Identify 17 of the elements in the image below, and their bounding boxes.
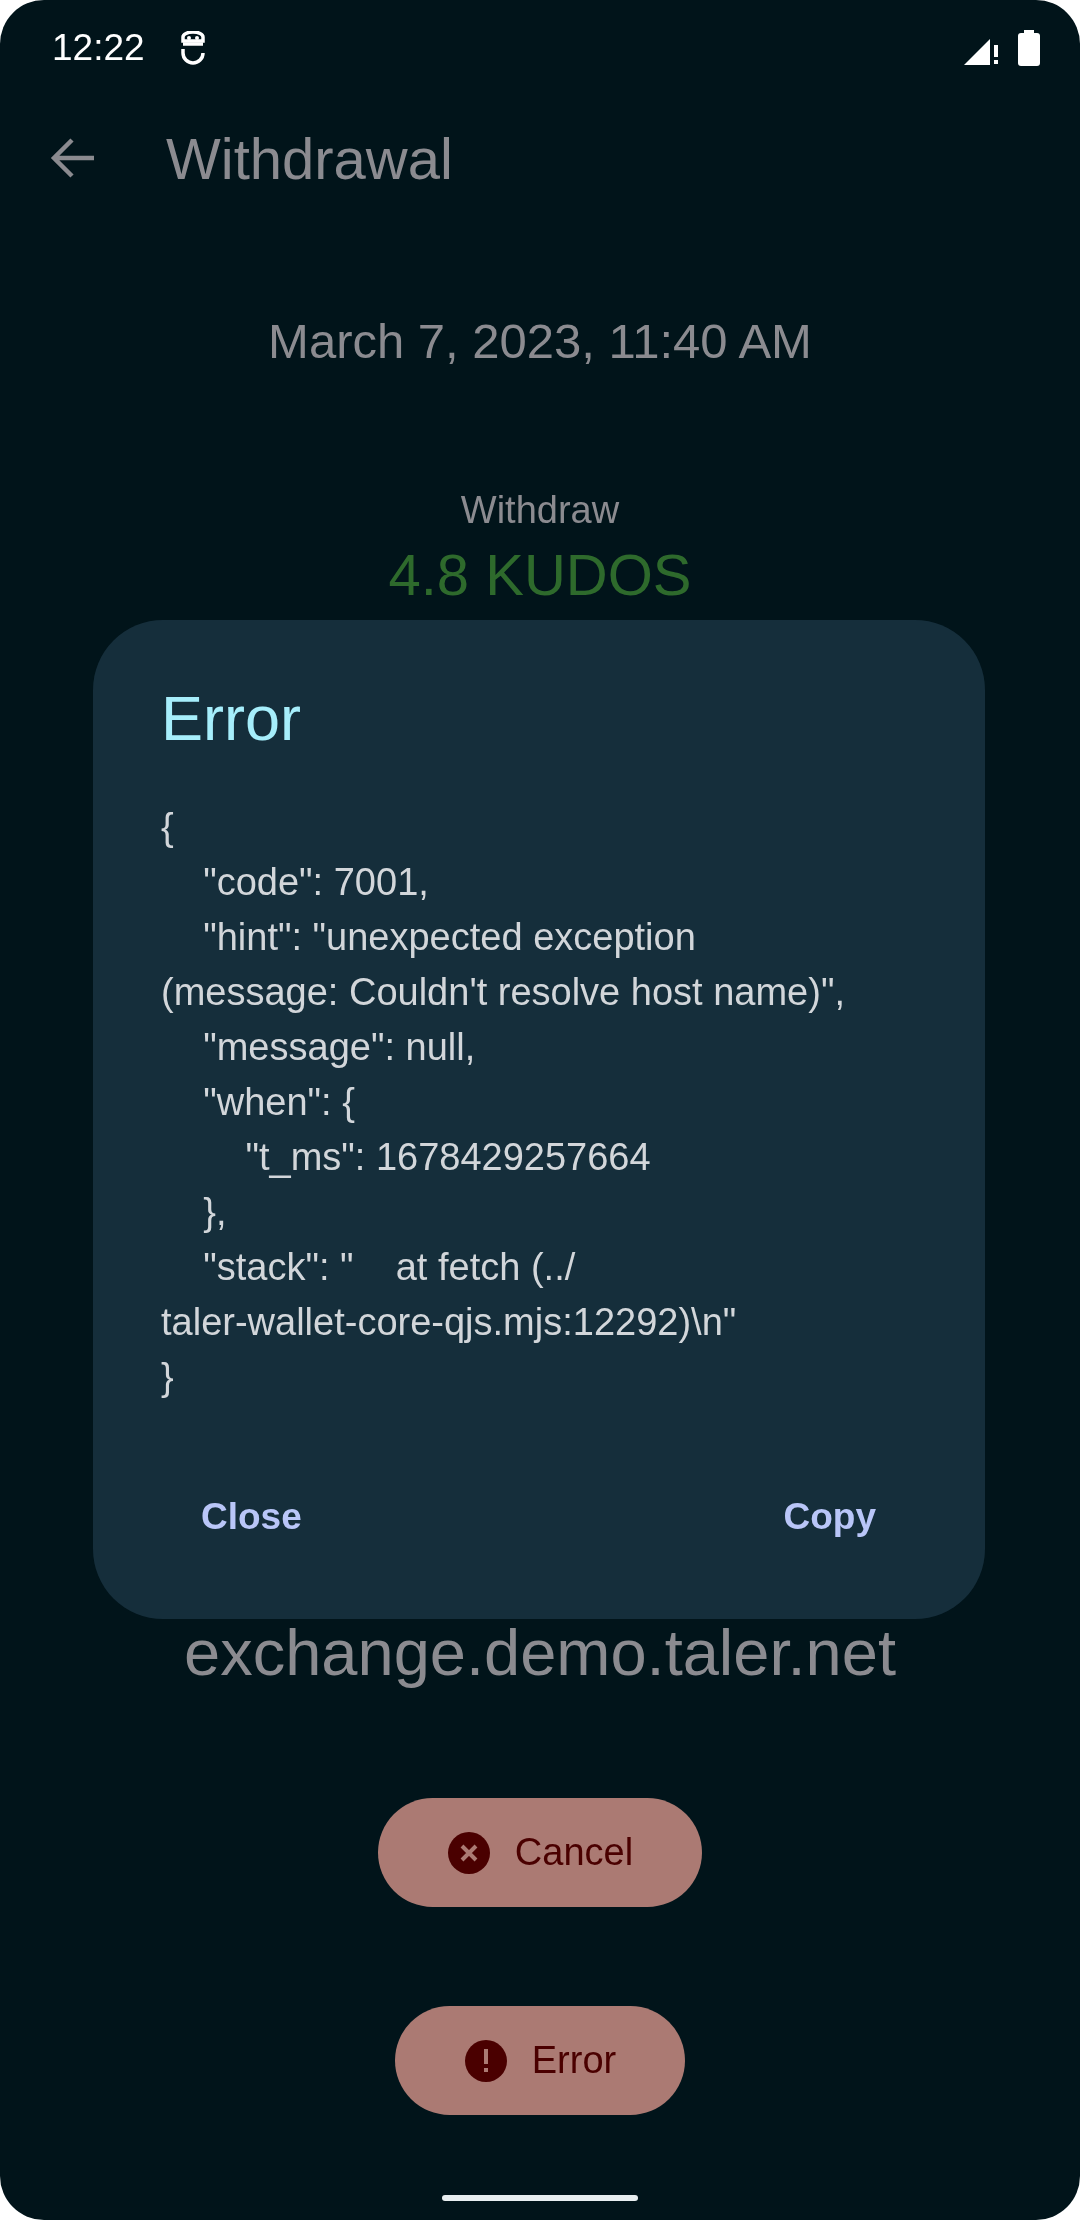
dialog-title: Error [161,683,302,753]
amount: 4.8 KUDOS [388,544,692,606]
cancel-icon [446,1830,491,1875]
error-details: { "code": 7001, "hint": "unexpected exception (message: Couldn't resolve host name)", "message": null, "when": { "t_ms": 1678429257664 }, "stack": " at fetch (../ taler-wallet-core-qjs.mjs:12292)\n" } [161,805,846,1400]
back-arrow-icon[interactable] [50,137,96,179]
transaction-date: March 7, 2023, 11:40 AM [268,313,812,369]
exchange-url: exchange.demo.taler.net [184,1618,896,1688]
notification-icon [178,31,207,65]
error-button[interactable]: Error [395,2006,685,2115]
copy-button[interactable]: Copy [759,1477,900,1557]
alert-icon [463,2038,508,2083]
status-time: 12:22 [52,27,145,69]
screen-title: Withdrawal [166,124,453,192]
battery-icon [1018,30,1040,66]
cancel-button[interactable]: Cancel [378,1798,702,1907]
close-button[interactable]: Close [177,1477,326,1557]
transaction-type: Withdraw [460,490,620,530]
